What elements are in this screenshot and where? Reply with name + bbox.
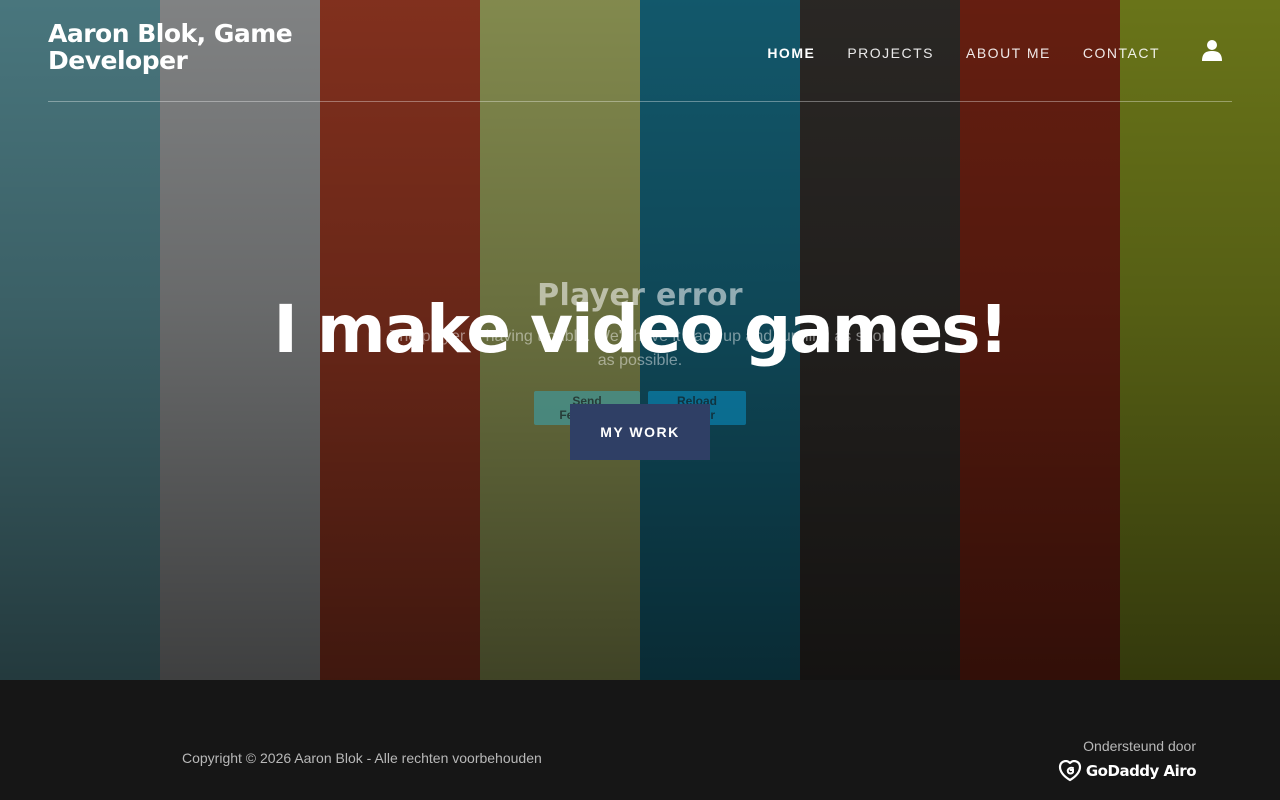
site-header: Aaron Blok, Game Developer HOME PROJECTS… [48,0,1232,102]
main-nav: HOME PROJECTS ABOUT ME CONTACT [767,44,1160,62]
brand-logo[interactable]: GoDaddy Airo [1058,760,1197,782]
copyright-text: Copyright © 2026 Aaron Blok - Alle recht… [182,750,542,766]
hero-section: Player error The player is having troubl… [0,0,1280,680]
powered-by[interactable]: Ondersteund door GoDaddy Airo [1058,738,1197,782]
hero-headline: I make video games! [273,291,1008,368]
my-work-button[interactable]: MY WORK [570,404,710,460]
nav-home[interactable]: HOME [767,44,815,62]
person-icon[interactable] [1200,38,1224,62]
site-footer: Copyright © 2026 Aaron Blok - Alle recht… [0,680,1280,800]
nav-projects[interactable]: PROJECTS [847,44,934,62]
godaddy-logo-icon [1058,760,1081,782]
nav-about-me[interactable]: ABOUT ME [966,44,1051,62]
nav-contact[interactable]: CONTACT [1083,44,1160,62]
site-title[interactable]: Aaron Blok, Game Developer [48,20,308,74]
brand-name: GoDaddy Airo [1085,762,1197,780]
powered-by-label: Ondersteund door [1083,738,1196,754]
